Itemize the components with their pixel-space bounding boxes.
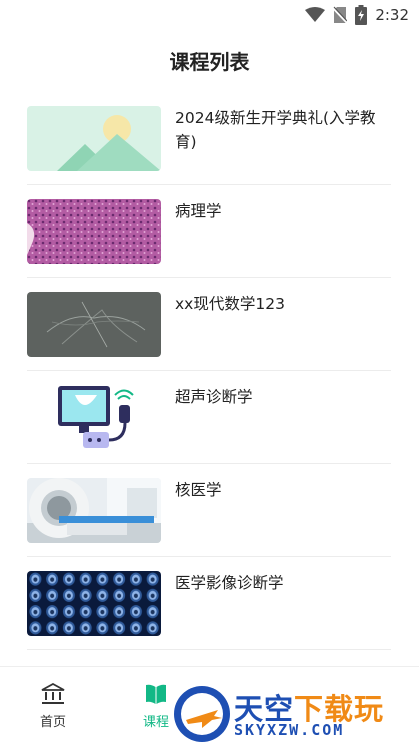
course-list: 2024级新生开学典礼(入学教育) 病理学 xx现代数学123 超声诊断学 核医… [27, 92, 391, 650]
course-item[interactable]: 超声诊断学 [27, 371, 391, 464]
course-item[interactable]: 病理学 [27, 185, 391, 278]
pathology-tissue-image [27, 199, 161, 264]
status-bar: 2:32 [0, 0, 419, 30]
course-item[interactable]: xx现代数学123 [27, 278, 391, 371]
battery-charging-icon [355, 5, 368, 25]
no-sim-icon [333, 6, 348, 24]
placeholder-mountain-image [27, 106, 161, 171]
tab-home[interactable]: 首页 [23, 683, 83, 730]
gray-texture-image [27, 292, 161, 357]
tab-home-label: 首页 [39, 715, 66, 730]
watermark-logo: 天空下载玩 SKYXZW.COM [172, 684, 419, 744]
bank-building-icon [41, 683, 65, 704]
course-title: xx现代数学123 [175, 295, 285, 313]
course-title: 超声诊断学 [175, 388, 253, 406]
airplane-logo-icon [174, 686, 230, 742]
watermark-url: SKYXZW.COM [234, 721, 345, 739]
course-item[interactable]: 2024级新生开学典礼(入学教育) [27, 92, 391, 185]
ultrasound-machine-illustration [27, 385, 161, 450]
wifi-icon [305, 7, 326, 22]
course-title: 核医学 [175, 481, 222, 499]
page-title: 课程列表 [169, 50, 250, 74]
course-item[interactable]: 医学影像诊断学 [27, 557, 391, 650]
ct-scanner-photo [27, 478, 161, 543]
status-time: 2:32 [375, 6, 409, 24]
course-title: 病理学 [175, 202, 222, 220]
course-title: 医学影像诊断学 [175, 574, 284, 592]
ct-scan-grid-image [27, 571, 161, 636]
course-item[interactable]: 核医学 [27, 464, 391, 557]
course-title: 2024级新生开学典礼(入学教育) [175, 109, 376, 151]
book-icon [146, 684, 166, 704]
